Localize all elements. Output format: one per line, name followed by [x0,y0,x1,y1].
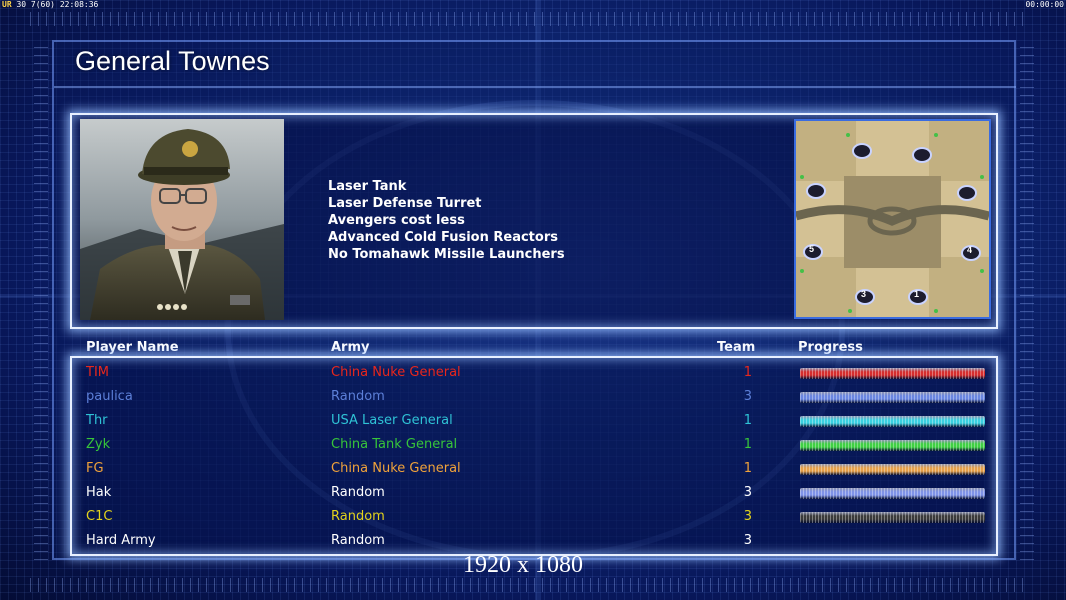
start-position-4: 4 [967,245,973,255]
player-name: Zyk [86,437,111,452]
start-position-1: 1 [914,289,920,299]
player-team: 3 [743,533,752,548]
ruler-top [30,12,1030,26]
player-row: paulica Random 3 [86,385,986,409]
player-name: Thr [86,413,108,428]
player-name: Hard Army [86,533,156,548]
hud-stats-text: 30 7(60) 22:08:36 [16,0,99,9]
progress-bar [800,392,985,403]
player-army: Random [331,509,385,524]
progress-bar [800,416,985,427]
player-team: 1 [743,413,752,428]
progress-bar [800,512,985,523]
player-row: C1C Random 3 [86,505,986,529]
ruler-left [34,40,48,560]
progress-bar [800,368,985,379]
player-name: Hak [86,485,112,500]
player-row: FG China Nuke General 1 [86,457,986,481]
progress-bar [800,488,985,499]
player-name: TIM [86,365,109,380]
player-row: TIM China Nuke General 1 [86,361,986,385]
start-position-3: 3 [861,289,867,299]
player-name: paulica [86,389,133,404]
player-team: 1 [743,437,752,452]
column-progress: Progress [798,340,863,355]
player-army: Random [331,533,385,548]
player-army: China Nuke General [331,365,461,380]
player-row: Hak Random 3 [86,481,986,505]
hud-label: UR [2,0,12,9]
map-preview: 5 4 3 1 [794,119,991,319]
ruler-right [1020,40,1034,560]
progress-bar [800,464,985,475]
player-row: Zyk China Tank General 1 [86,433,986,457]
feature-item: Avengers cost less [328,213,465,228]
hud-clock: 00:00:00 [1025,0,1064,9]
general-features-list: Laser Tank Laser Defense Turret Avengers… [328,178,565,263]
player-team: 1 [743,365,752,380]
map-preview-image [796,121,989,317]
player-team: 3 [743,509,752,524]
resolution-caption: 1920 x 1080 [463,552,583,578]
player-team: 3 [743,485,752,500]
player-army: USA Laser General [331,413,453,428]
player-name: C1C [86,509,113,524]
column-team: Team [717,340,756,355]
player-row: Hard Army Random 3 [86,529,986,553]
general-title: General Townes [75,46,270,76]
start-position-5: 5 [809,244,815,254]
column-army: Army [331,340,370,355]
progress-bar [800,440,985,451]
feature-item: Laser Tank [328,179,407,194]
hud-stats: UR 30 7(60) 22:08:36 [2,0,98,9]
feature-item: Advanced Cold Fusion Reactors [328,230,558,245]
player-team: 3 [743,389,752,404]
player-army: Random [331,389,385,404]
player-army: China Nuke General [331,461,461,476]
title-divider [54,86,1016,88]
general-portrait [80,119,284,320]
player-army: Random [331,485,385,500]
feature-item: No Tomahawk Missile Launchers [328,247,565,262]
ruler-bottom [30,578,1030,592]
general-portrait-image [80,119,284,320]
player-team: 1 [743,461,752,476]
feature-item: Laser Defense Turret [328,196,482,211]
column-player-name: Player Name [86,340,179,355]
player-army: China Tank General [331,437,458,452]
player-name: FG [86,461,104,476]
player-row: Thr USA Laser General 1 [86,409,986,433]
